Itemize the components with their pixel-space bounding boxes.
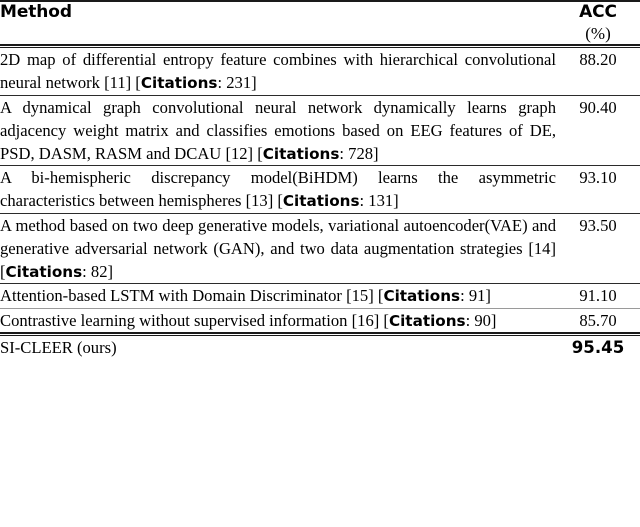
cell-method-ours: SI-CLEER (ours) [0, 338, 117, 357]
comparison-results-table: Method ACC (%) 2D map of differential en… [0, 2, 640, 359]
citations-label: Citations [262, 144, 340, 163]
table-row: A dynamical graph convolutional neural n… [0, 96, 640, 166]
table-row: Contrastive learning without supervised … [0, 309, 640, 332]
table-row: A method based on two deep generative mo… [0, 214, 640, 284]
citations-label: Citations [383, 287, 461, 306]
cell-method: Contrastive learning without supervised … [0, 309, 556, 332]
column-header-acc: ACC [579, 2, 617, 22]
acc-value: 88.20 [579, 50, 617, 69]
column-header-method: Method [0, 2, 72, 22]
table-row: Attention-based LSTM with Domain Discrim… [0, 284, 640, 307]
cell-acc: 91.10 [556, 284, 640, 307]
method-text-post: : 91] [460, 286, 491, 306]
cell-acc: 88.20 [556, 48, 640, 95]
method-text-post: : 131] [359, 191, 399, 211]
acc-value: 93.10 [579, 168, 617, 188]
citations-label: Citations [5, 263, 83, 282]
column-header-acc-unit: (%) [585, 24, 611, 43]
cell-method: Attention-based LSTM with Domain Discrim… [0, 284, 556, 307]
cell-acc: 85.70 [556, 309, 640, 332]
method-text-post: : 728] [339, 143, 379, 163]
citations-label: Citations [140, 74, 218, 93]
cell-acc-ours: 95.45 [556, 336, 640, 359]
acc-value: 90.40 [579, 97, 617, 117]
method-text-post: : 231] [217, 73, 257, 93]
cell-method: A dynamical graph convolutional neural n… [0, 96, 556, 166]
cell-method: A bi-hemispheric discrepancy model(BiHDM… [0, 166, 556, 213]
acc-value-ours: 95.45 [571, 338, 625, 357]
table-row: 2D map of differential entropy feature c… [0, 48, 640, 95]
cell-acc: 93.10 [556, 166, 640, 213]
cell-method: 2D map of differential entropy feature c… [0, 48, 556, 95]
method-text-post: : 82] [82, 262, 114, 282]
acc-value: 93.50 [579, 215, 617, 235]
table-header-row: Method ACC (%) [0, 2, 640, 44]
header-cell-acc: ACC (%) [556, 2, 640, 44]
table-row: A bi-hemispheric discrepancy model(BiHDM… [0, 166, 640, 213]
cell-acc: 90.40 [556, 96, 640, 166]
header-cell-method: Method [0, 2, 556, 44]
method-text-pre: A bi-hemispheric discrepancy model(BiHDM… [0, 168, 556, 211]
method-text-post: : 90] [465, 310, 497, 330]
citations-label: Citations [388, 311, 466, 330]
cell-acc: 93.50 [556, 214, 640, 284]
acc-value: 85.70 [579, 310, 617, 330]
results-table-container: Method ACC (%) 2D map of differential en… [0, 0, 640, 527]
cell-method: A method based on two deep generative mo… [0, 214, 556, 284]
table-row-ours: SI-CLEER (ours) 95.45 [0, 336, 640, 359]
method-text-pre: Attention-based LSTM with Domain Discrim… [0, 286, 384, 306]
method-text-pre: 2D map of differential entropy feature c… [0, 50, 556, 93]
citations-label: Citations [282, 192, 360, 211]
acc-value: 91.10 [579, 286, 617, 306]
method-text-pre: Contrastive learning without supervised … [0, 310, 389, 330]
